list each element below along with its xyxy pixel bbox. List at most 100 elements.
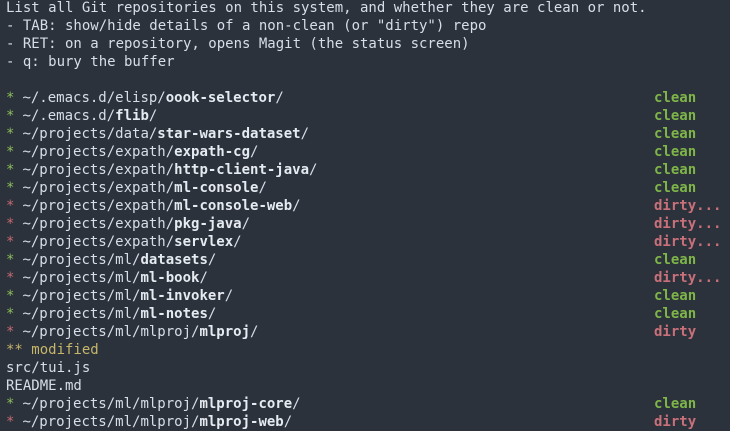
repo-bullet: * [6,108,15,124]
repository-row[interactable]: * ~/projects/ml/datasets/ clean [6,251,730,269]
repo-name: mlproj [199,324,251,340]
help-q-line: - q: bury the buffer [6,54,175,70]
status-clean: clean [654,162,697,178]
repository-row[interactable]: * ~/projects/expath/ml-console-web/ dirty.… [6,197,730,215]
repo-path-prefix: ~/projects/ml/ [22,288,141,304]
repo-path-prefix: ~/projects/ml/ [22,252,141,268]
repo-bullet: * [6,306,15,322]
status-clean: clean [654,306,697,322]
repository-row[interactable]: * ~/projects/ml/mlproj/mlproj-web/ dirty [6,413,730,431]
path-trailing-slash: / [309,162,318,178]
repo-name: oook-selector [165,90,276,106]
path-trailing-slash: / [233,234,242,250]
path-trailing-slash: / [148,108,158,124]
repo-bullet: * [6,216,15,232]
repo-bullet: * [6,90,15,106]
path-trailing-slash: / [292,396,301,412]
repo-bullet: * [6,162,15,178]
repo-name: ml-invoker [140,288,225,304]
repository-row[interactable]: * ~/projects/ml/mlproj/mlproj/ dirty [6,323,730,341]
repo-bullet: * [6,126,15,142]
repository-row[interactable]: * ~/projects/ml/ml-invoker/ clean [6,287,730,305]
repo-path-prefix: ~/projects/data/ [22,126,158,142]
repository-row[interactable]: * ~/projects/data/star-wars-dataset/ clean [6,125,730,143]
path-trailing-slash: / [250,324,259,340]
repo-name: ml-book [140,270,200,286]
repo-bullet: * [6,288,15,304]
repo-path-prefix: ~/projects/ml/mlproj/ [22,396,200,412]
path-trailing-slash: / [250,144,259,160]
repo-path-prefix: ~/projects/expath/ [22,144,175,160]
status-dirty[interactable]: dirty [654,413,696,431]
status-dirty[interactable]: dirty... [654,269,721,287]
repository-row[interactable]: * ~/projects/ml/ml-book/ dirty... [6,269,730,287]
repo-path-prefix: ~/projects/expath/ [22,216,175,232]
repo-bullet: * [6,324,15,340]
repository-row[interactable]: * ~/projects/expath/ml-console/ clean [6,179,730,197]
repo-path-prefix: ~/projects/expath/ [22,180,175,196]
repo-path-prefix: ~/projects/ml/ [22,270,141,286]
repo-bullet: * [6,198,15,214]
repository-row[interactable]: * ~/projects/ml/ml-notes/ clean [6,305,730,323]
repo-name: ml-console [174,180,259,196]
repository-row[interactable]: * ~/projects/expath/expath-cg/ clean [6,143,730,161]
repo-path-prefix: ~/projects/ml/mlproj/ [22,414,200,430]
status-clean: clean [654,288,697,304]
path-trailing-slash: / [258,180,267,196]
path-trailing-slash: / [300,126,310,142]
status-clean: clean [654,90,697,106]
status-dirty[interactable]: dirty... [654,233,721,251]
repo-path-prefix: ~/projects/expath/ [22,162,175,178]
repo-name: servlex [174,234,234,250]
repo-list-buffer: List all Git repositories on this system… [6,0,730,431]
modified-file[interactable]: README.md [6,377,730,395]
status-dirty[interactable]: dirty [654,323,696,341]
repo-bullet: * [6,270,15,286]
repo-bullet: * [6,234,15,250]
repo-path-prefix: ~/projects/expath/ [22,198,175,214]
repo-bullet: * [6,252,15,268]
repo-name: star-wars-dataset [157,126,301,142]
modified-heading: ** modified [6,342,99,358]
path-trailing-slash: / [207,306,217,322]
repository-row[interactable]: * ~/.emacs.d/flib/ clean [6,107,730,125]
path-trailing-slash: / [283,414,293,430]
status-clean: clean [654,396,697,412]
repo-bullet: * [6,180,15,196]
repo-name: pkg-java [174,216,242,232]
status-clean: clean [654,252,697,268]
repository-row[interactable]: * ~/projects/expath/servlex/ dirty... [6,233,730,251]
repo-name: mlproj-core [199,396,293,412]
repo-path-prefix: ~/projects/ml/mlproj/ [22,324,200,340]
help-tab-line: - TAB: show/hide details of a non-clean … [6,18,487,34]
status-clean: clean [654,144,697,160]
repo-name: mlproj-web [199,414,284,430]
repo-path-prefix: ~/.emacs.d/elisp/ [22,90,166,106]
repo-name: datasets [140,252,208,268]
modified-file[interactable]: src/tui.js [6,359,730,377]
repository-row[interactable]: * ~/projects/expath/pkg-java/ dirty... [6,215,730,233]
repo-name: flib [115,108,149,124]
repo-bullet: * [6,396,15,412]
path-trailing-slash: / [224,288,234,304]
repo-bullet: * [6,414,15,430]
status-dirty[interactable]: dirty... [654,215,721,233]
repo-name: expath-cg [174,144,251,160]
repo-path-prefix: ~/projects/ml/ [22,306,141,322]
status-dirty[interactable]: dirty... [654,197,721,215]
path-trailing-slash: / [292,198,301,214]
repo-bullet: * [6,144,15,160]
repo-path-prefix: ~/.emacs.d/ [22,108,116,124]
repository-list-continued: * ~/projects/ml/mlproj/mlproj-core/clean *… [6,395,730,431]
repository-row[interactable]: * ~/projects/expath/http-client-java/ clea… [6,161,730,179]
path-trailing-slash: / [241,216,251,232]
status-clean: clean [654,180,697,196]
repo-name: http-client-java [174,162,310,178]
help-title: List all Git repositories on this system… [6,0,647,16]
repository-row[interactable]: * ~/.emacs.d/elisp/oook-selector/ clean [6,89,730,107]
status-clean: clean [654,108,697,124]
repository-row[interactable]: * ~/projects/ml/mlproj/mlproj-core/ clean [6,395,730,413]
path-trailing-slash: / [275,90,284,106]
path-trailing-slash: / [199,270,208,286]
